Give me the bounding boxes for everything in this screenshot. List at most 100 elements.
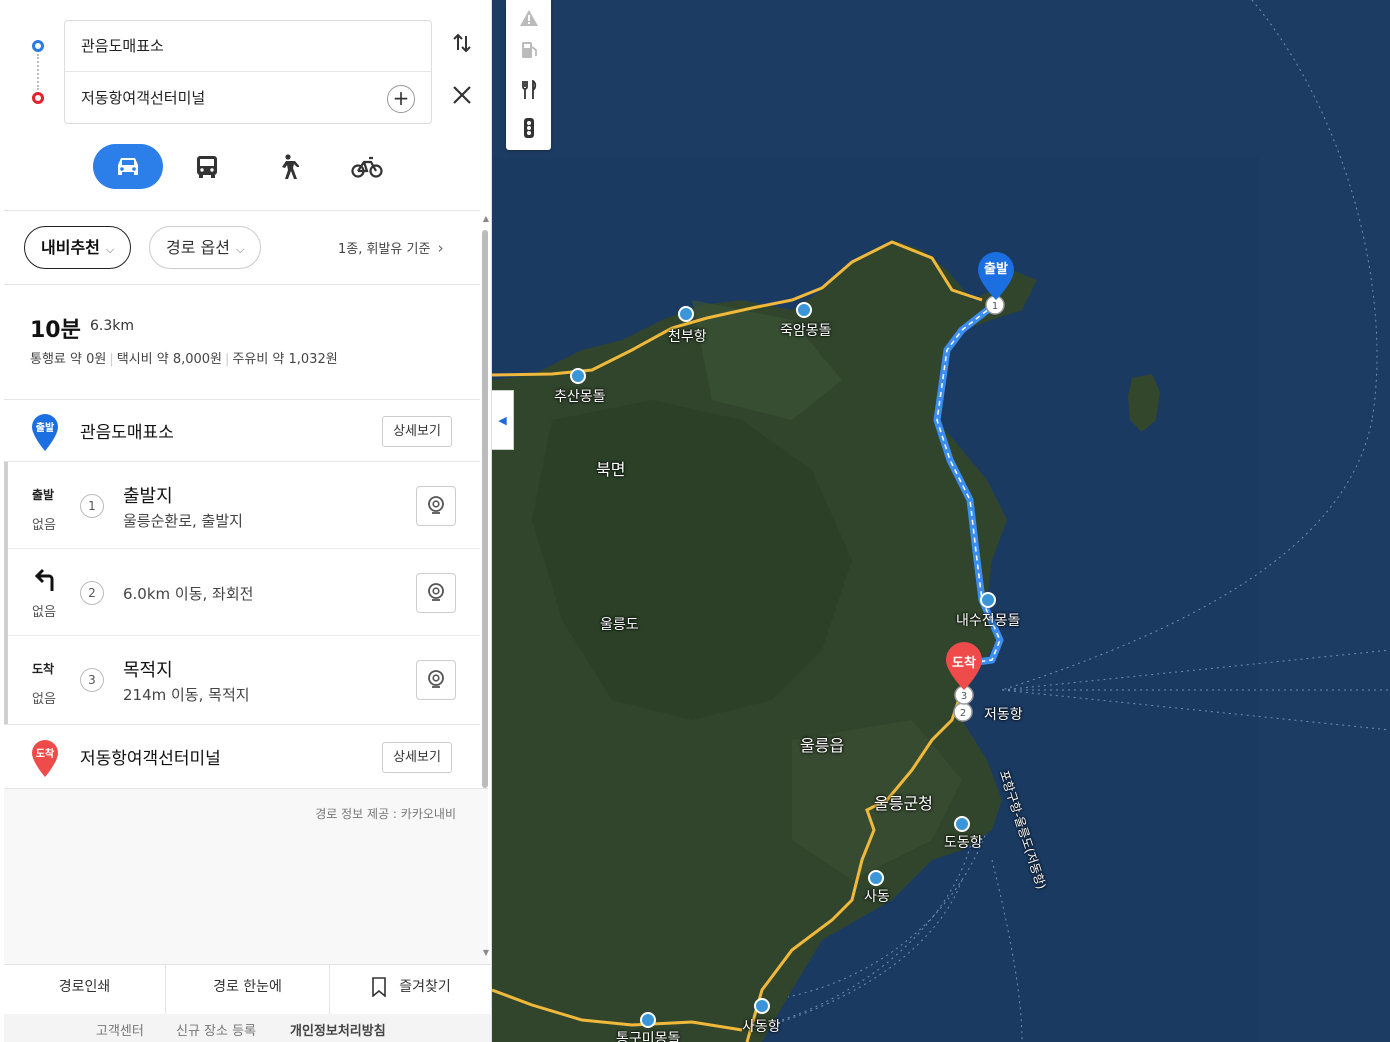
port-icon[interactable] [678, 306, 694, 322]
scroll-up-icon[interactable]: ▲ [480, 214, 491, 223]
svg-text:2: 2 [960, 708, 966, 719]
support-link[interactable]: 고객센터 [96, 1020, 144, 1039]
step-locate-button[interactable] [416, 660, 456, 700]
restaurant-toggle[interactable] [506, 72, 551, 108]
map-canvas: 1 2 3 [492, 0, 1390, 1042]
step-desc: 214m 이동, 목적지 [123, 686, 250, 704]
map-label-naesu[interactable]: 내수전몽돌 [956, 610, 1020, 630]
origin-input[interactable]: 관음도매표소 [65, 21, 431, 72]
step-sub: 없음 [32, 692, 56, 707]
step-sub: 없음 [32, 605, 56, 620]
map-label-sadong[interactable]: 사동 [864, 886, 890, 906]
map-label-cheonbu[interactable]: 천부항 [668, 326, 707, 346]
toll-cost: 통행료 약 0원 [30, 352, 107, 367]
end-pin-label[interactable]: 도착 [946, 652, 982, 671]
favorite-button[interactable]: 즐겨찾기 [330, 965, 491, 1015]
route-step[interactable]: 출발 없음 1 출발지 울릉순환로, 출발지 [8, 462, 480, 549]
divider [4, 210, 480, 211]
svg-text:1: 1 [992, 301, 998, 312]
beach-icon[interactable] [796, 302, 812, 318]
plus-icon: + [392, 86, 410, 110]
step-number: 2 [80, 581, 104, 605]
recommend-dropdown[interactable]: 내비추천 ⌵ [24, 226, 132, 269]
turn-left-icon [32, 567, 58, 597]
map-label-tonggumi[interactable]: 통구미몽돌 [616, 1028, 680, 1042]
destination-dot [32, 92, 44, 104]
scroll-down-icon[interactable]: ▼ [480, 948, 491, 957]
destination-detail-button[interactable]: 상세보기 [382, 742, 452, 773]
satellite-map[interactable]: 1 2 3 출발 도착 천부항 죽암몽돌 추산몽돌 북면 울릉도 내수전몽돌 울… [492, 0, 1390, 1042]
ferry-icon[interactable] [954, 816, 970, 832]
map-label-gunhall[interactable]: 울릉군청 [874, 790, 933, 814]
map-label-ulleungdo: 울릉도 [600, 617, 639, 633]
step-number: 1 [80, 494, 104, 518]
route-costs: 통행료 약 0원 | 택시비 약 8,000원 | 주유비 약 1,032원 [30, 352, 338, 367]
step-title: 출발지 [123, 486, 173, 507]
divider [4, 284, 480, 285]
origin-detail-button[interactable]: 상세보기 [382, 416, 452, 447]
beach-icon[interactable] [570, 368, 586, 384]
route-connector [37, 54, 39, 90]
step-desc: 울릉순환로, 출발지 [123, 512, 243, 530]
provider-note: 경로 정보 제공 : 카카오내비 [315, 807, 456, 821]
fuel-icon [521, 42, 537, 58]
scrollbar-thumb[interactable] [482, 230, 488, 788]
map-label-jeodong[interactable]: 저동항 [984, 704, 1023, 724]
map-label-ulleungeup: 울릉읍 [800, 736, 845, 755]
add-waypoint-button[interactable]: + [387, 85, 415, 113]
map-label-jukam[interactable]: 죽암몽돌 [780, 320, 832, 340]
traffic-toggle[interactable] [506, 110, 551, 146]
privacy-link[interactable]: 개인정보처리방침 [290, 1020, 386, 1039]
warning-icon [519, 10, 538, 26]
provider-area: 경로 정보 제공 : 카카오내비 [4, 788, 488, 964]
route-inputs: 관음도매표소 저동항여객선터미널 + [64, 20, 432, 124]
step-desc: 6.0km 이동, 좌회전 [123, 585, 254, 603]
start-pin-label[interactable]: 출발 [978, 258, 1014, 277]
beach-icon[interactable] [868, 870, 884, 886]
hazard-toggle[interactable] [506, 0, 551, 36]
ferry-icon[interactable] [754, 998, 770, 1014]
step-locate-button[interactable] [416, 486, 456, 526]
step-locate-button[interactable] [416, 573, 456, 613]
origin-name: 관음도매표소 [80, 423, 174, 443]
car-icon [118, 157, 138, 175]
map-label-dodong[interactable]: 도동항 [944, 832, 983, 852]
destination-name: 저동항여객선터미널 [80, 749, 221, 769]
traffic-icon [523, 118, 534, 138]
route-option-dropdown[interactable]: 경로 옵션 ⌵ [149, 226, 262, 269]
chevron-down-icon: ⌵ [235, 243, 245, 256]
chevron-down-icon: ⌵ [105, 243, 115, 256]
beach-icon[interactable] [980, 592, 996, 608]
step-sub: 없음 [32, 518, 56, 533]
register-place-link[interactable]: 신규 장소 등록 [176, 1020, 256, 1039]
mode-car-button[interactable] [93, 144, 163, 189]
destination-input[interactable]: 저동항여객선터미널 + [65, 73, 431, 124]
favorite-label: 즐겨찾기 [399, 979, 451, 995]
route-distance: 6.3km [90, 318, 135, 334]
swap-button[interactable] [448, 32, 476, 60]
origin-dot [32, 40, 44, 52]
taxi-cost: 택시비 약 8,000원 [116, 352, 223, 367]
location-pin-icon [428, 496, 444, 514]
fuel-cost: 주유비 약 1,032원 [232, 352, 338, 367]
mode-bus-button[interactable] [172, 144, 242, 189]
map-label-bukmyeon: 북면 [596, 460, 626, 479]
map-label-sadong-port[interactable]: 사동항 [742, 1016, 781, 1036]
beach-icon[interactable] [640, 1012, 656, 1028]
map-label-chusan[interactable]: 추산몽돌 [554, 386, 606, 406]
mode-bike-button[interactable] [332, 144, 402, 189]
location-pin-icon [428, 583, 444, 601]
route-step[interactable]: 없음 2 6.0km 이동, 좌회전 [8, 549, 480, 636]
collapse-panel-button[interactable]: ◀ [492, 390, 514, 450]
print-route-button[interactable]: 경로인쇄 [4, 965, 166, 1015]
close-button[interactable] [448, 84, 476, 112]
fuel-basis-link[interactable]: 1종, 휘발유 기준 › [338, 238, 444, 257]
chevron-left-icon: ◀ [498, 413, 507, 427]
walk-icon [282, 153, 299, 179]
mode-walk-button[interactable] [252, 144, 322, 189]
route-step[interactable]: 도착 없음 3 목적지 214m 이동, 목적지 [8, 636, 480, 723]
fuel-toggle[interactable] [506, 32, 551, 68]
origin-pin-icon: 출발 [30, 412, 60, 452]
route-overview-button[interactable]: 경로 한눈에 [166, 965, 330, 1015]
restaurant-icon [521, 80, 536, 99]
